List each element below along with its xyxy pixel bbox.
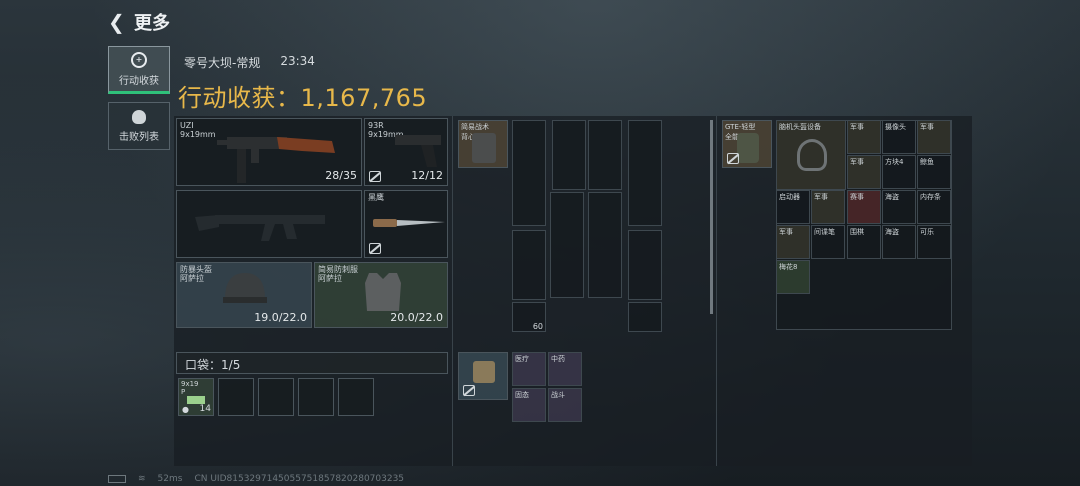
chest-rig-slot[interactable]: 简易战术 背心 <box>458 120 508 168</box>
backpack-item[interactable]: 军事 <box>811 190 845 224</box>
user-id: CN UID8153297145055751857820280703235 <box>194 474 405 484</box>
bag-item[interactable]: 中药 <box>548 352 582 386</box>
bag-slot[interactable] <box>458 352 508 400</box>
pouch-slot-empty[interactable] <box>258 378 294 416</box>
match-info: 零号大坝-常规 23:34 <box>184 54 315 71</box>
pistol-icon <box>395 135 441 167</box>
pouch-slot-empty[interactable] <box>338 378 374 416</box>
ammo-count: 60 <box>532 322 543 331</box>
pouch-label: 口袋： <box>185 358 222 372</box>
match-time: 23:34 <box>280 54 315 68</box>
battery-icon <box>108 475 126 483</box>
bag-item[interactable]: 医疗 <box>512 352 546 386</box>
backpack-item[interactable]: 梅花8 <box>776 260 810 294</box>
ammo-qty: 14 <box>199 404 211 414</box>
sidearm-slot[interactable]: 93R 9x19mm 12/12 <box>364 118 448 186</box>
backpack-item[interactable]: 可乐 <box>917 225 951 259</box>
bag-item[interactable]: 战斗 <box>548 388 582 422</box>
armor-durability: 20.0/22.0 <box>390 311 443 324</box>
wifi-icon: ≋ <box>138 474 146 484</box>
page-title: 更多 <box>134 13 170 34</box>
tab-loot[interactable]: + 行动收获 <box>108 46 170 94</box>
backpack-item[interactable]: 方块4 <box>882 155 916 189</box>
bag-icon <box>473 361 495 383</box>
back-arrow-icon[interactable]: ❮ <box>108 12 128 32</box>
ammo-box-icon <box>187 396 205 404</box>
ping: 52ms <box>157 474 183 484</box>
helmet-durability: 19.0/22.0 <box>254 311 307 324</box>
backpack-item[interactable]: 军事 <box>847 120 881 154</box>
helmet-slot[interactable]: 防暴头盔 阿萨拉 19.0/22.0 <box>176 262 312 328</box>
knife-name: 黑鹰 <box>368 193 384 202</box>
backpack-item[interactable]: 海盗 <box>882 190 916 224</box>
weapon-name: UZI 9x19mm <box>180 121 216 139</box>
backpack-item[interactable]: 军事 <box>776 225 810 259</box>
backpack-icon <box>737 133 759 163</box>
armor-slot[interactable]: 简易防刺服 阿萨拉 20.0/22.0 <box>314 262 448 328</box>
backpack-item[interactable]: 海盗 <box>882 225 916 259</box>
backpack-item[interactable]: 内存条 <box>917 190 951 224</box>
backpack-item[interactable]: 间谍笔 <box>811 225 845 259</box>
empty-weapon-slot[interactable] <box>176 190 362 258</box>
headset-icon <box>797 139 827 171</box>
backpack-item[interactable]: 摄像头 <box>882 120 916 154</box>
pouch-header: 口袋：1/5 <box>176 352 448 374</box>
loot-amount: 1,167,765 <box>300 84 428 112</box>
bag-item[interactable]: 固态 <box>512 388 546 422</box>
broken-icon <box>369 243 381 254</box>
backpack-slot[interactable]: GTE-轻型 全能战 <box>722 120 772 168</box>
pouch-slot-empty[interactable] <box>298 378 334 416</box>
pouch-item-ammo[interactable]: 9x19 P ● 14 <box>178 378 214 416</box>
rig-ammo-item[interactable]: 60 <box>512 302 546 332</box>
map-name: 零号大坝-常规 <box>184 56 261 70</box>
helmet-name: 防暴头盔 阿萨拉 <box>180 265 212 283</box>
target-icon: + <box>131 51 147 68</box>
backpack-item[interactable]: 围棋 <box>847 225 881 259</box>
backpack-item[interactable]: 启动器 <box>776 190 810 224</box>
loot-label: 行动收获： <box>178 84 301 112</box>
loot-value: 行动收获：1,167,765 <box>178 78 427 113</box>
skull-icon <box>132 109 146 124</box>
scrollbar[interactable] <box>710 120 713 314</box>
backpack-item[interactable]: 赛事 <box>847 190 881 224</box>
backpack-item[interactable]: 鲸鱼 <box>917 155 951 189</box>
tab-label: 击败列表 <box>119 131 159 143</box>
divider <box>716 116 717 466</box>
backpack-item[interactable]: 军事 <box>917 120 951 154</box>
dot-icon: ● <box>182 405 189 414</box>
rig-icon <box>472 133 496 163</box>
broken-icon <box>369 171 381 182</box>
header: ❮ 更多 <box>108 10 170 34</box>
weapon-ammo: 12/12 <box>411 169 443 182</box>
broken-icon <box>463 385 475 396</box>
uzi-icon <box>217 137 335 183</box>
broken-icon <box>727 153 739 164</box>
melee-slot[interactable]: 黑鹰 <box>364 190 448 258</box>
backpack-item[interactable]: 军事 <box>847 155 881 189</box>
tab-label: 行动收获 <box>119 75 159 87</box>
status-bar: ≋ 52ms CN UID815329714505575185782028070… <box>108 474 404 484</box>
vest-icon <box>365 273 401 311</box>
pouch-slot-empty[interactable] <box>218 378 254 416</box>
primary-weapon-slot[interactable]: UZI 9x19mm 28/35 <box>176 118 362 186</box>
helmet-icon <box>223 273 267 303</box>
pouch-count: 1/5 <box>221 358 241 372</box>
knife-icon <box>373 219 445 227</box>
tab-kill-list[interactable]: 击败列表 <box>108 102 170 150</box>
weapon-ammo: 28/35 <box>325 169 357 182</box>
armor-name: 简易防刺服 阿萨拉 <box>318 265 358 283</box>
rifle-silhouette-icon <box>195 215 325 241</box>
ammo-name: 9x19 P <box>181 380 199 396</box>
divider <box>452 116 453 466</box>
backpack-item[interactable]: 脑机头盔设备 <box>776 120 846 190</box>
